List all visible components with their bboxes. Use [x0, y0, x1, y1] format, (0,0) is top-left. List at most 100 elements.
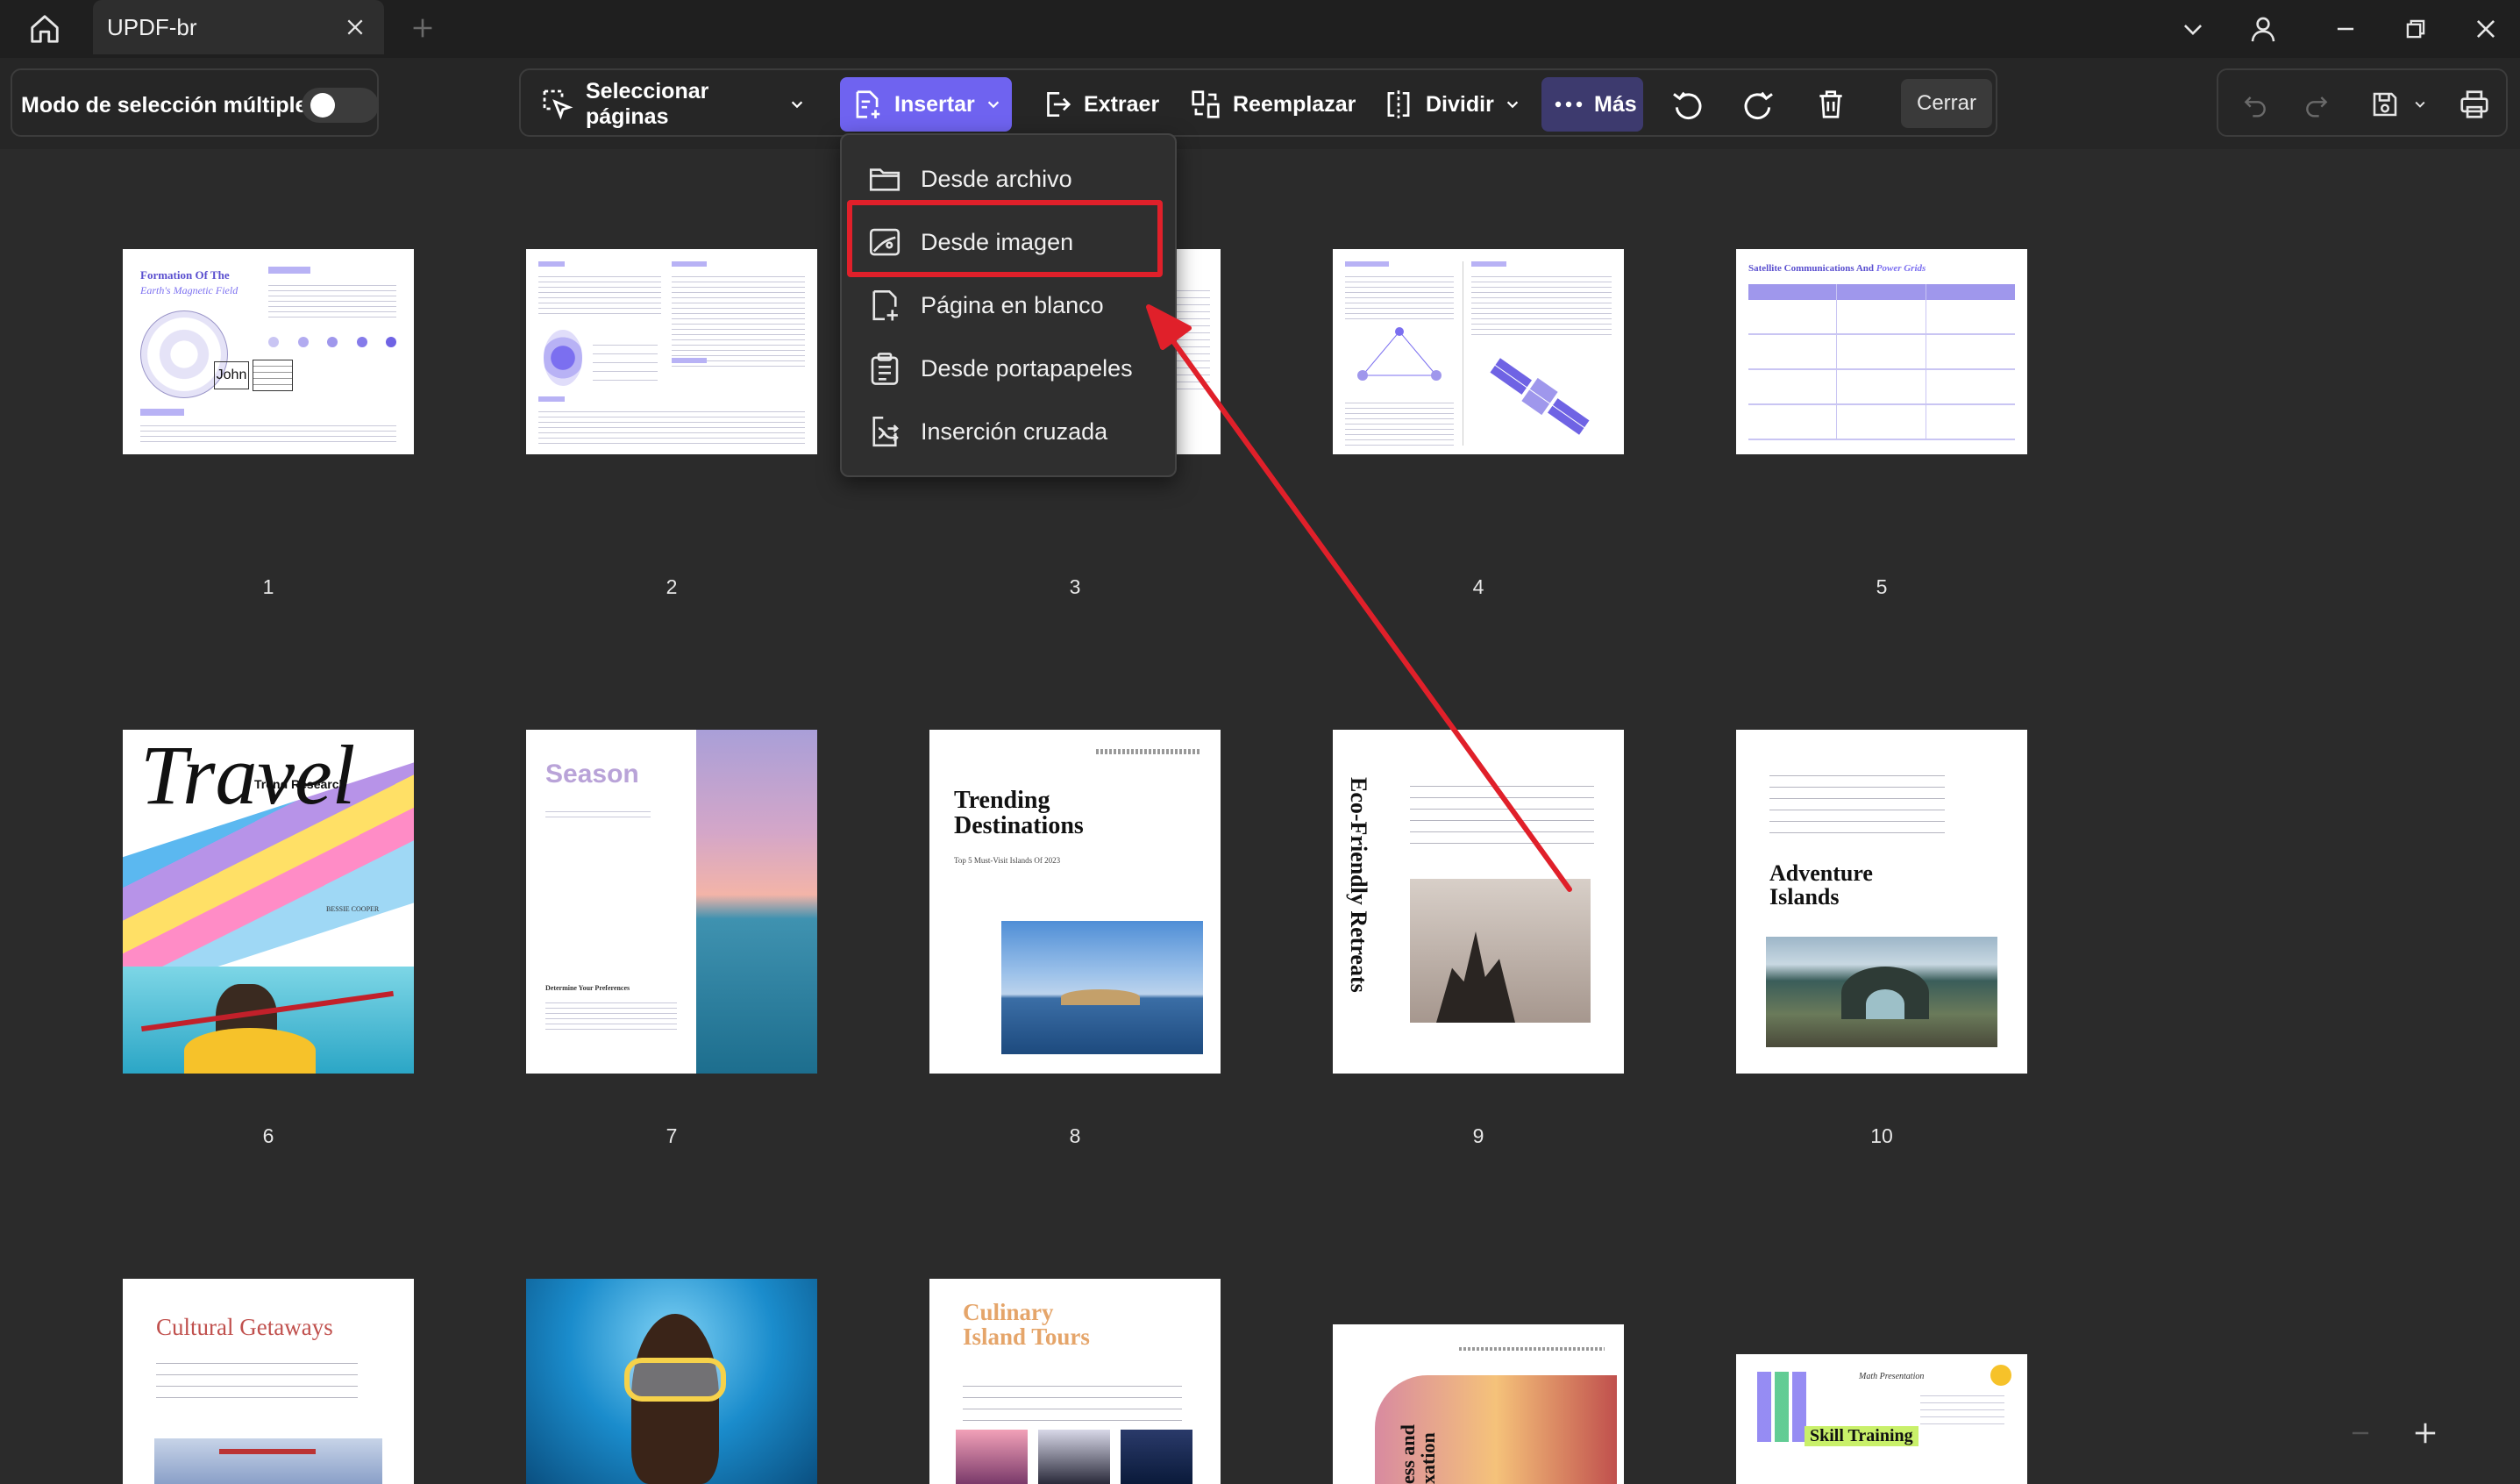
toggle-knob [310, 93, 335, 118]
page-title: Satellite Communications And Power Grids [1748, 263, 1926, 274]
page-title: Trending Destinations [954, 787, 1084, 840]
plus-icon [413, 18, 432, 38]
home-icon [31, 15, 59, 43]
menu-item-label: Desde archivo [921, 165, 1072, 192]
minus-icon [2352, 1431, 2369, 1435]
page-thumbnail[interactable]: Math Presentation Skill Training [1736, 1354, 2027, 1484]
rotate-left-icon [1673, 91, 1702, 119]
page-number: 5 [1876, 575, 1888, 598]
new-tab-button[interactable] [405, 11, 440, 46]
page-thumbnail[interactable]: Travel Trend Research BESSIE COOPER [123, 730, 414, 1074]
page-title: Travel [140, 730, 356, 822]
split-button[interactable]: Dividir [1375, 77, 1533, 132]
insert-page-icon [856, 90, 880, 118]
menu-item-from-image[interactable]: Desde imagen [842, 210, 1175, 274]
chevron-down-icon [791, 101, 803, 109]
menu-item-from-file[interactable]: Desde archivo [842, 147, 1175, 210]
rotate-right-button[interactable] [1733, 77, 1785, 132]
page-title: Cultural Getaways [156, 1314, 333, 1340]
page-title: Skill Training [1805, 1426, 1918, 1446]
page-title: Season [545, 760, 639, 788]
page-thumbnail[interactable]: Formation Of The Earth's Magnetic Field … [123, 249, 414, 454]
diagram-graphic [1357, 327, 1442, 381]
trash-icon [1819, 90, 1842, 118]
menu-item-cross-insert[interactable]: Inserción cruzada [842, 400, 1175, 463]
menu-item-label: Inserción cruzada [921, 417, 1108, 445]
redo-button[interactable] [2292, 77, 2341, 132]
more-button[interactable]: Más [1541, 77, 1643, 132]
chevron-down-icon [1506, 101, 1518, 109]
split-icon [1387, 90, 1410, 118]
replace-button[interactable]: Reemplazar [1182, 77, 1366, 132]
page-thumbnail[interactable]: Eco-Friendly Retreats [1333, 730, 1624, 1074]
page-thumbnail[interactable]: ess and xation [1333, 1324, 1624, 1484]
extract-icon [1047, 91, 1071, 118]
insert-button[interactable]: Insertar [840, 77, 1012, 132]
chevron-down-icon [2415, 101, 2425, 108]
undo-button[interactable] [2231, 77, 2280, 132]
page-heading: Determine Your Preferences [545, 984, 630, 992]
page-thumbnail[interactable] [526, 249, 817, 454]
page-number: 3 [1069, 575, 1081, 598]
page-title: ess and xation [1397, 1424, 1440, 1484]
rotate-right-icon [1744, 91, 1773, 119]
close-button[interactable]: Cerrar [1901, 79, 1992, 128]
insert-dropdown-menu: Desde archivo Desde imagen Página en bla… [840, 133, 1177, 477]
page-number: 7 [666, 1124, 678, 1147]
page-title: Formation Of The [140, 268, 230, 282]
page-thumbnail[interactable]: Satellite Communications And Power Grids [1736, 249, 2027, 454]
delete-button[interactable] [1805, 77, 1857, 132]
menu-item-from-clipboard[interactable]: Desde portapapeles [842, 337, 1175, 400]
tabs-dropdown-button[interactable] [2173, 9, 2213, 49]
rotate-left-button[interactable] [1661, 77, 1713, 132]
close-window-button[interactable] [2466, 9, 2506, 49]
page-title: Adventure Islands [1769, 860, 1873, 910]
menu-item-blank-page[interactable]: Página en blanco [842, 274, 1175, 337]
plus-icon [2415, 1423, 2436, 1444]
page-number: 4 [1472, 575, 1484, 598]
insert-label: Insertar [894, 91, 975, 117]
page-title: Culinary Island Tours [963, 1299, 1090, 1351]
multi-select-toggle[interactable] [302, 88, 379, 123]
more-label: Más [1594, 91, 1637, 117]
multi-select-panel: Modo de selección múltiple [11, 68, 379, 137]
clipboard-icon [871, 353, 899, 385]
document-tab[interactable]: UPDF-br [93, 0, 384, 54]
minimize-button[interactable] [2325, 9, 2366, 49]
extract-button[interactable]: Extraer [1033, 77, 1170, 132]
page-title: Eco-Friendly Retreats [1346, 777, 1371, 993]
zoom-in-button[interactable] [2408, 1416, 2443, 1451]
chevron-down-icon [987, 101, 999, 109]
zoom-out-button[interactable] [2343, 1416, 2378, 1451]
page-subtitle: Math Presentation [1859, 1372, 1925, 1381]
save-button[interactable] [2359, 77, 2441, 132]
page-subtitle: Trend Research [254, 777, 347, 791]
page-thumbnail[interactable] [526, 1279, 817, 1484]
page-thumbnail[interactable] [1333, 249, 1624, 454]
account-button[interactable] [2243, 9, 2283, 49]
select-pages-button[interactable]: Seleccionar páginas [533, 77, 805, 132]
multi-select-label: Modo de selección múltiple [21, 93, 308, 118]
menu-item-label: Desde portapapeles [921, 354, 1133, 382]
page-thumbnail[interactable]: Cultural Getaways [123, 1279, 414, 1484]
page-subtitle: Top 5 Must-Visit Islands Of 2023 [954, 856, 1061, 865]
satellite-graphic [1490, 358, 1590, 435]
user-icon [2251, 17, 2275, 42]
page-number: 8 [1069, 1124, 1081, 1147]
cross-insert-icon [872, 416, 899, 447]
restore-icon [2406, 19, 2425, 39]
print-button[interactable] [2450, 77, 2499, 132]
page-thumbnail[interactable]: Culinary Island Tours [929, 1279, 1221, 1484]
blank-page-icon [872, 289, 898, 321]
page-thumbnail[interactable]: Trending Destinations Top 5 Must-Visit Is… [929, 730, 1221, 1074]
page-thumbnail[interactable]: Adventure Islands [1736, 730, 2027, 1074]
tab-title: UPDF-br [107, 14, 197, 40]
split-label: Dividir [1426, 91, 1494, 117]
tab-close-button[interactable] [340, 12, 370, 42]
page-number: 9 [1472, 1124, 1484, 1147]
page-thumbnail[interactable]: Season Determine Your Preferences [526, 730, 817, 1074]
printer-icon [2460, 90, 2488, 118]
page-subtitle: Earth's Magnetic Field [140, 284, 238, 296]
home-button[interactable] [23, 7, 67, 51]
restore-button[interactable] [2395, 9, 2436, 49]
